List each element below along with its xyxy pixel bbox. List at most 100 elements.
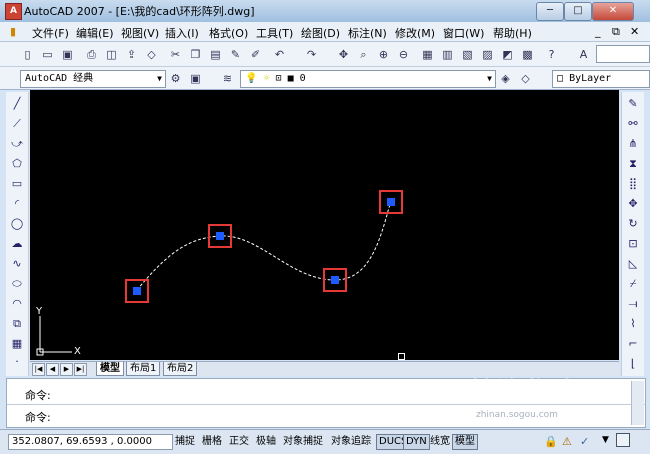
offset-icon[interactable]: ⧗ <box>625 156 641 172</box>
spline-icon[interactable]: ∿ <box>9 256 25 272</box>
extend-icon[interactable]: ⟞ <box>625 296 641 312</box>
paste-icon[interactable]: ▤ <box>206 45 225 64</box>
rectangle-icon[interactable]: ▭ <box>9 176 25 192</box>
chevron-down-icon[interactable]: ▼ <box>602 435 609 445</box>
prev-tab-icon[interactable]: ◀ <box>46 363 59 376</box>
zoom-previous-icon[interactable]: ⊖ <box>394 45 413 64</box>
lock-toolbar-icon[interactable]: 🔒 <box>544 435 558 448</box>
line-icon[interactable]: ╱ <box>9 96 25 112</box>
mirror-icon[interactable]: ⋔ <box>625 136 641 152</box>
menu-edit[interactable]: 编辑(E) <box>76 25 114 41</box>
workspace-dropdown[interactable]: AutoCAD 经典 ▼ <box>20 70 166 88</box>
menu-draw[interactable]: 绘图(D) <box>301 25 340 41</box>
text-style-icon[interactable]: A <box>574 45 593 64</box>
publish-icon[interactable]: ⇪ <box>122 45 141 64</box>
grip-point-4[interactable] <box>379 190 403 214</box>
grid-toggle[interactable]: 栅格 <box>199 434 225 450</box>
markup-icon[interactable]: ◩ <box>498 45 517 64</box>
tool-palettes-icon[interactable]: ▧ <box>458 45 477 64</box>
ellipse-icon[interactable]: ⬭ <box>9 276 25 292</box>
rotate-icon[interactable]: ↻ <box>625 216 641 232</box>
grip-point-1[interactable] <box>125 279 149 303</box>
menu-modify[interactable]: 修改(M) <box>395 25 435 41</box>
polygon-icon[interactable]: ⬠ <box>9 156 25 172</box>
redo-icon[interactable]: ↷ <box>302 45 321 64</box>
calculator-icon[interactable]: ▩ <box>518 45 537 64</box>
menu-window[interactable]: 窗口(W) <box>443 25 484 41</box>
maximize-button[interactable]: □ <box>564 2 592 21</box>
osnap-toggle[interactable]: 对象捕捉 <box>280 434 326 450</box>
menu-file[interactable]: 文件(F) <box>32 25 69 41</box>
menu-format[interactable]: 格式(O) <box>209 25 248 41</box>
design-center-icon[interactable]: ▥ <box>438 45 457 64</box>
move-icon[interactable]: ✥ <box>625 196 641 212</box>
layer-manager-icon[interactable]: ≋ <box>218 69 237 88</box>
autocad-app-icon[interactable]: A <box>5 3 22 20</box>
close-button[interactable]: ✕ <box>592 2 634 21</box>
construction-line-icon[interactable]: ⟋ <box>9 116 25 132</box>
chamfer-icon[interactable]: ⌐ <box>625 336 641 352</box>
first-tab-icon[interactable]: |◀ <box>32 363 45 376</box>
copy-object-icon[interactable]: ⚯ <box>625 116 641 132</box>
menu-help[interactable]: 帮助(H) <box>493 25 532 41</box>
coordinate-readout[interactable]: 352.0807, 69.6593 , 0.0000 <box>8 434 173 450</box>
document-icon[interactable]: ▮ <box>10 25 16 38</box>
lineweight-toggle[interactable]: 线宽 <box>427 434 453 450</box>
zoom-realtime-icon[interactable]: ⌕ <box>354 45 373 64</box>
menu-view[interactable]: 视图(V) <box>121 25 159 41</box>
ellipse-arc-icon[interactable]: ◠ <box>9 296 25 312</box>
doc-minimize-icon[interactable]: _ <box>595 25 601 38</box>
copy-icon[interactable]: ❐ <box>186 45 205 64</box>
print-preview-icon[interactable]: ◫ <box>102 45 121 64</box>
grip-point-2[interactable] <box>208 224 232 248</box>
arc-icon[interactable]: ◜ <box>9 196 25 212</box>
menu-tools[interactable]: 工具(T) <box>256 25 293 41</box>
color-dropdown[interactable]: □ ByLayer <box>552 70 650 88</box>
communication-center-icon[interactable]: ⚠ <box>562 435 572 448</box>
make-block-icon[interactable]: ▦ <box>9 336 25 352</box>
match-properties-icon[interactable]: ✎ <box>226 45 245 64</box>
otrack-toggle[interactable]: 对象追踪 <box>328 434 374 450</box>
make-current-layer-icon[interactable]: ◈ <box>496 69 515 88</box>
doc-restore-icon[interactable]: ⧉ <box>612 25 620 39</box>
selected-spline[interactable] <box>136 203 391 291</box>
sheet-set-icon[interactable]: ▨ <box>478 45 497 64</box>
block-editor-icon[interactable]: ✐ <box>246 45 265 64</box>
scale-icon[interactable]: ⊡ <box>625 236 641 252</box>
tab-model[interactable]: 模型 <box>96 362 124 376</box>
revision-cloud-icon[interactable]: ☁ <box>9 236 25 252</box>
pan-icon[interactable]: ✥ <box>334 45 353 64</box>
menu-dimension[interactable]: 标注(N) <box>348 25 387 41</box>
new-icon[interactable]: ▯ <box>18 45 37 64</box>
tab-layout2[interactable]: 布局2 <box>163 362 198 376</box>
stretch-icon[interactable]: ◺ <box>625 256 641 272</box>
save-icon[interactable]: ▣ <box>58 45 77 64</box>
zoom-window-icon[interactable]: ⊕ <box>374 45 393 64</box>
grip-point-3[interactable] <box>323 268 347 292</box>
minimize-button[interactable]: ─ <box>536 2 564 21</box>
tab-layout1[interactable]: 布局1 <box>126 362 161 376</box>
model-toggle[interactable]: 模型 <box>452 434 478 450</box>
break-icon[interactable]: ⌇ <box>625 316 641 332</box>
open-icon[interactable]: ▭ <box>38 45 57 64</box>
command-prompt[interactable]: 命令: <box>25 409 51 425</box>
print-icon[interactable]: ⎙ <box>82 45 101 64</box>
undo-icon[interactable]: ↶ <box>270 45 289 64</box>
insert-block-icon[interactable]: ⧉ <box>9 316 25 332</box>
layer-dropdown[interactable]: 💡 ☼ ⊡ ■ 0 ▼ <box>240 70 496 88</box>
polyline-icon[interactable]: ⤻ <box>9 136 25 152</box>
polar-toggle[interactable]: 极轴 <box>253 434 279 450</box>
trusted-icon[interactable]: ✓ <box>580 435 589 448</box>
3d-dwf-icon[interactable]: ◇ <box>142 45 161 64</box>
point-icon[interactable]: · <box>9 354 25 370</box>
dyn-toggle[interactable]: DYN <box>403 434 430 450</box>
doc-close-icon[interactable]: ✕ <box>630 25 639 38</box>
workspace-settings-icon[interactable]: ⚙ <box>166 69 185 88</box>
circle-icon[interactable]: ◯ <box>9 216 25 232</box>
properties-icon[interactable]: ▦ <box>418 45 437 64</box>
trim-icon[interactable]: ⌿ <box>625 276 641 292</box>
fillet-icon[interactable]: ⌊ <box>625 356 641 372</box>
last-tab-icon[interactable]: ▶| <box>74 363 87 376</box>
erase-icon[interactable]: ✎ <box>625 96 641 112</box>
help-icon[interactable]: ? <box>542 45 561 64</box>
